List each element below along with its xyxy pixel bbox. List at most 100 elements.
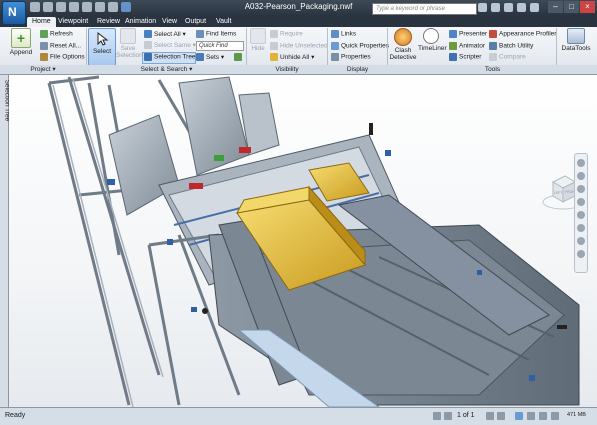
animator-button[interactable]: Animator [449, 42, 485, 50]
pan-icon[interactable] [577, 172, 585, 180]
display-group-label: Display [346, 66, 369, 73]
search-input[interactable]: Type a keyword or phrase [372, 3, 477, 15]
hide-unselected-button[interactable]: Hide Unselected [270, 42, 328, 50]
maximize-button[interactable]: □ [564, 1, 579, 13]
refresh-button[interactable]: Refresh [40, 30, 73, 38]
search-icon[interactable] [478, 3, 487, 12]
clash-detective-button[interactable]: Clash Detective [389, 28, 417, 61]
zoom-icon[interactable] [577, 185, 585, 193]
status-text: Ready [5, 412, 26, 419]
select-all-button[interactable]: Select All ▾ [144, 30, 186, 39]
properties-button[interactable]: Properties [331, 53, 371, 61]
clash-icon [394, 28, 412, 46]
select-same-icon [144, 41, 152, 50]
communication-icon[interactable] [504, 3, 513, 12]
ribbon-group-labels: Project ▾ Select & Search ▾ Visibility D… [0, 65, 597, 75]
3d-viewport[interactable]: LEFT FRONT [9, 75, 597, 407]
require-icon [270, 30, 278, 38]
unhide-all-button[interactable]: Unhide All ▾ [270, 53, 314, 62]
unhide-icon [270, 53, 278, 62]
first-page-icon[interactable] [433, 412, 441, 420]
compare-icon [489, 53, 497, 61]
project-group-label[interactable]: Project ▾ [0, 65, 86, 74]
sets-manage-icon [234, 53, 242, 61]
scripter-icon [449, 53, 457, 61]
profiler-icon [489, 30, 497, 38]
selection-tree-side-tab[interactable]: Selection Tree [0, 75, 10, 407]
appearance-profiler-button[interactable]: Appearance Profiler [489, 30, 556, 38]
look-icon[interactable] [577, 211, 585, 219]
database-icon [567, 28, 585, 44]
page-indicator: 1 of 1 [457, 412, 475, 419]
disk-icon[interactable] [527, 412, 535, 420]
tools-group-label: Tools [484, 66, 501, 73]
file-options-button[interactable]: File Options [40, 53, 85, 61]
refresh-icon [40, 30, 48, 38]
file-options-icon [40, 53, 48, 61]
tab-output[interactable]: Output [185, 17, 206, 27]
last-page-icon[interactable] [497, 412, 505, 420]
focus-icon[interactable] [577, 237, 585, 245]
select-same-button[interactable]: Select Same ▾ [144, 41, 196, 50]
minimize-button[interactable]: – [548, 1, 563, 13]
hide-unselected-icon [270, 42, 278, 50]
walk-icon[interactable] [577, 224, 585, 232]
reset-icon [40, 42, 48, 50]
visibility-group-label: Visibility [275, 66, 299, 73]
tab-home[interactable]: Home [27, 17, 56, 27]
steering-wheel-icon[interactable] [577, 159, 585, 167]
sets-icon [196, 53, 204, 62]
batch-icon [489, 42, 497, 50]
binoculars-icon [196, 30, 204, 38]
find-items-button[interactable]: Find Items [196, 30, 236, 38]
require-button[interactable]: Require [270, 30, 303, 38]
viewcube-left-face[interactable]: LEFT [554, 191, 563, 195]
sets-button[interactable]: Sets ▾ [196, 53, 224, 62]
batch-utility-button[interactable]: Batch Utility [489, 42, 533, 50]
select-all-icon [144, 30, 152, 39]
save-selection-button[interactable]: Save Selection [116, 28, 143, 59]
quick-properties-icon [331, 42, 339, 50]
tab-viewpoint[interactable]: Viewpoint [58, 17, 88, 27]
select-button[interactable]: Select [88, 28, 116, 66]
hide-button[interactable]: Hide [248, 28, 268, 52]
status-bar: Ready 1 of 1 471 MB [0, 407, 597, 425]
previous-page-icon[interactable] [444, 412, 452, 420]
select-search-group-label[interactable]: Select & Search ▾ [87, 65, 246, 74]
presenter-icon [449, 30, 457, 38]
help-icon[interactable] [530, 3, 539, 12]
selection-tree-label: Selection Tree [144, 53, 196, 61]
performance-icon[interactable] [515, 412, 523, 420]
datatools-button[interactable]: DataTools [559, 28, 593, 52]
subscription-icon[interactable] [491, 3, 500, 12]
title-bar: A032-Pearson_Packaging.nwf Type a keywor… [0, 0, 597, 16]
orbit-icon[interactable] [577, 198, 585, 206]
tree-icon [144, 53, 152, 61]
append-button[interactable]: + Append [8, 28, 34, 56]
packaging-machine-model [47, 75, 580, 407]
favorites-icon[interactable] [517, 3, 526, 12]
close-button[interactable]: × [580, 1, 595, 13]
reset-all-button[interactable]: Reset All... [40, 42, 81, 50]
camera-icon[interactable] [577, 250, 585, 258]
memory-usage: 471 MB [567, 412, 586, 418]
tab-vault[interactable]: Vault [216, 17, 231, 27]
tab-review[interactable]: Review [97, 17, 120, 27]
application-menu-button[interactable]: N [2, 1, 26, 25]
web-server-icon[interactable] [539, 412, 547, 420]
links-icon [331, 30, 339, 38]
sets-extra-button[interactable] [234, 53, 244, 61]
next-page-icon[interactable] [486, 412, 494, 420]
navigation-bar [574, 153, 588, 273]
scripter-button[interactable]: Scripter [449, 53, 481, 61]
cursor-icon [95, 31, 109, 46]
tab-view[interactable]: View [162, 17, 177, 27]
presenter-button[interactable]: Presenter [449, 30, 487, 38]
compare-button[interactable]: Compare [489, 53, 526, 61]
quick-properties-button[interactable]: Quick Properties [331, 42, 389, 50]
links-button[interactable]: Links [331, 30, 356, 38]
timeliner-button[interactable]: TimeLiner [418, 28, 447, 52]
tab-animation[interactable]: Animation [125, 17, 156, 27]
quick-find-input[interactable]: Quick Find [196, 41, 244, 51]
app-window: A032-Pearson_Packaging.nwf Type a keywor… [0, 0, 597, 425]
